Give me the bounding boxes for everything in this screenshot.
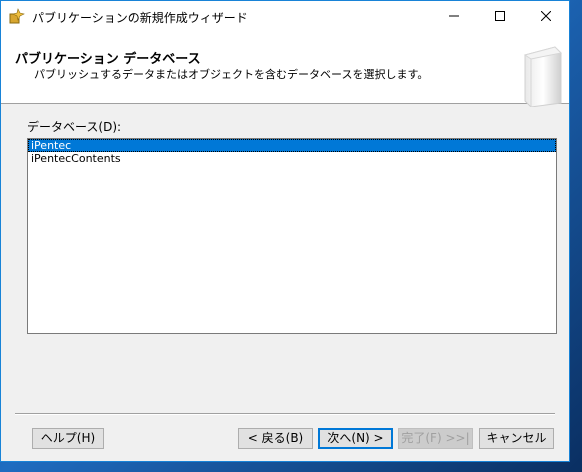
page-subtitle: パブリッシュするデータまたはオブジェクトを含むデータベースを選択します。 <box>34 68 429 81</box>
finish-button[interactable]: 完了(F) >>| <box>398 428 473 449</box>
database-listbox[interactable]: iPentec iPentecContents <box>27 138 557 334</box>
back-button[interactable]: < 戻る(B) <box>238 428 313 449</box>
title-bar: パブリケーションの新規作成ウィザード <box>1 1 569 31</box>
window-title: パブリケーションの新規作成ウィザード <box>32 11 248 25</box>
footer-separator <box>15 413 555 415</box>
minimize-button[interactable] <box>431 1 477 31</box>
help-button[interactable]: ヘルプ(H) <box>32 428 104 449</box>
database-label: データベース(D): <box>27 120 122 134</box>
close-button[interactable] <box>523 1 569 31</box>
close-icon <box>541 11 551 21</box>
minimize-icon <box>449 15 459 17</box>
cancel-button[interactable]: キャンセル <box>479 428 554 449</box>
next-button[interactable]: 次へ(N) > <box>318 428 393 449</box>
maximize-button[interactable] <box>477 1 523 31</box>
database-graphic-icon <box>523 46 563 107</box>
wizard-window: パブリケーションの新規作成ウィザード パブリケーション データベース パブリッシ… <box>0 0 570 462</box>
list-item[interactable]: iPentecContents <box>28 152 556 165</box>
maximize-icon <box>495 11 505 21</box>
wizard-header: パブリケーション データベース パブリッシュするデータまたはオブジェクトを含むデ… <box>1 31 569 107</box>
page-title: パブリケーション データベース <box>15 52 201 67</box>
wizard-app-icon <box>9 8 25 24</box>
list-item[interactable]: iPentec <box>28 139 556 152</box>
